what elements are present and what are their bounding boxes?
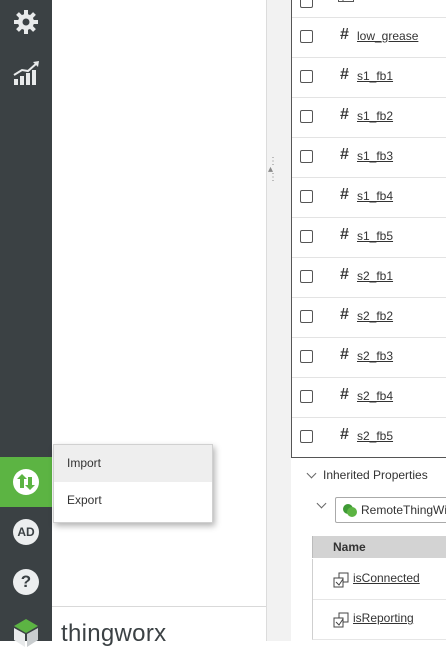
chevron-down-icon <box>306 468 317 479</box>
property-name-link[interactable]: low_grease <box>357 29 418 43</box>
brand-name: thingworx <box>61 620 167 647</box>
help-glyph: ? <box>13 569 39 595</box>
table-row[interactable] <box>292 0 446 18</box>
column-header-name[interactable]: Name <box>312 536 446 558</box>
brand-divider <box>52 606 266 607</box>
property-name-link[interactable]: s2_fb1 <box>357 269 393 283</box>
number-type-icon: # <box>340 66 349 83</box>
inherited-source-name: RemoteThingWi <box>361 503 446 517</box>
table-row[interactable]: # s1_fb3 <box>292 137 446 178</box>
chevron-down-icon <box>316 498 327 509</box>
number-type-icon: # <box>340 426 349 443</box>
table-row[interactable]: isReporting <box>312 599 446 640</box>
row-checkbox[interactable] <box>300 350 313 363</box>
row-checkbox[interactable] <box>300 310 313 323</box>
table-row[interactable]: # s1_fb2 <box>292 97 446 138</box>
row-checkbox[interactable] <box>300 390 313 403</box>
table-row[interactable]: # s2_fb3 <box>292 337 446 378</box>
table-row[interactable]: # s2_fb1 <box>292 257 446 298</box>
number-type-icon: # <box>340 26 349 43</box>
property-name-link[interactable]: s2_fb5 <box>357 429 393 443</box>
chart-bars-icon[interactable] <box>0 48 52 98</box>
app-sidebar: AD ? <box>0 0 52 647</box>
property-name-link[interactable]: s1_fb2 <box>357 109 393 123</box>
number-type-icon: # <box>340 186 349 203</box>
property-name-link[interactable]: s1_fb4 <box>357 189 393 203</box>
row-checkbox[interactable] <box>300 110 313 123</box>
row-checkbox[interactable] <box>300 270 313 283</box>
user-avatar-icon[interactable]: AD <box>0 507 52 557</box>
splitter-grip-icon[interactable]: ⋮ ▴ ⋮ <box>268 157 278 183</box>
number-type-icon: # <box>340 306 349 323</box>
property-name-link[interactable]: s2_fb2 <box>357 309 393 323</box>
table-row[interactable]: # s1_fb4 <box>292 177 446 218</box>
inherited-properties-toggle[interactable]: Inherited Properties <box>306 468 428 482</box>
row-checkbox[interactable] <box>300 30 313 43</box>
thingworx-logo-icon[interactable] <box>0 607 52 657</box>
avatar: AD <box>13 519 39 545</box>
property-name-link[interactable]: s2_fb4 <box>357 389 393 403</box>
table-type-icon <box>338 0 354 2</box>
panel-splitter[interactable] <box>266 0 291 641</box>
import-export-menu: Import Export <box>53 444 213 523</box>
row-checkbox[interactable] <box>300 150 313 163</box>
remote-thing-toggle[interactable] <box>316 496 333 514</box>
number-type-icon: # <box>340 106 349 123</box>
table-row[interactable]: # low_grease <box>292 17 446 58</box>
inherited-source-chip[interactable]: RemoteThingWi <box>335 497 446 523</box>
menu-item-import[interactable]: Import <box>54 445 212 482</box>
help-icon[interactable]: ? <box>0 557 52 607</box>
table-row[interactable]: isConnected <box>312 559 446 600</box>
row-checkbox[interactable] <box>300 430 313 443</box>
property-name-link[interactable]: s2_fb3 <box>357 349 393 363</box>
table-row[interactable]: # s2_fb2 <box>292 297 446 338</box>
property-name-link[interactable]: isReporting <box>353 611 414 625</box>
number-type-icon: # <box>340 226 349 243</box>
inherited-properties-label: Inherited Properties <box>323 468 428 482</box>
navigation-panel <box>52 0 267 641</box>
table-row[interactable]: # s2_fb4 <box>292 377 446 418</box>
boolean-property-icon <box>333 572 349 588</box>
row-checkbox[interactable] <box>300 230 313 243</box>
menu-item-export[interactable]: Export <box>54 482 212 519</box>
property-name-link[interactable]: isConnected <box>353 571 420 585</box>
row-checkbox[interactable] <box>300 0 313 8</box>
table-row[interactable]: # s2_fb5 <box>292 417 446 457</box>
gear-icon[interactable] <box>0 0 52 47</box>
row-checkbox[interactable] <box>300 70 313 83</box>
thing-template-icon <box>343 504 357 517</box>
property-name-link[interactable]: s1_fb3 <box>357 149 393 163</box>
import-export-icon[interactable] <box>0 457 52 507</box>
row-checkbox[interactable] <box>300 190 313 203</box>
number-type-icon: # <box>340 346 349 363</box>
number-type-icon: # <box>340 386 349 403</box>
number-type-icon: # <box>340 146 349 163</box>
boolean-property-icon <box>333 612 349 628</box>
table-row[interactable]: # s1_fb5 <box>292 217 446 258</box>
properties-table: # low_grease # s1_fb1 # s1_fb2 # s1_fb3 … <box>291 0 446 458</box>
number-type-icon: # <box>340 266 349 283</box>
property-name-link[interactable]: s1_fb1 <box>357 69 393 83</box>
table-row[interactable]: # s1_fb1 <box>292 57 446 98</box>
property-name-link[interactable]: s1_fb5 <box>357 229 393 243</box>
